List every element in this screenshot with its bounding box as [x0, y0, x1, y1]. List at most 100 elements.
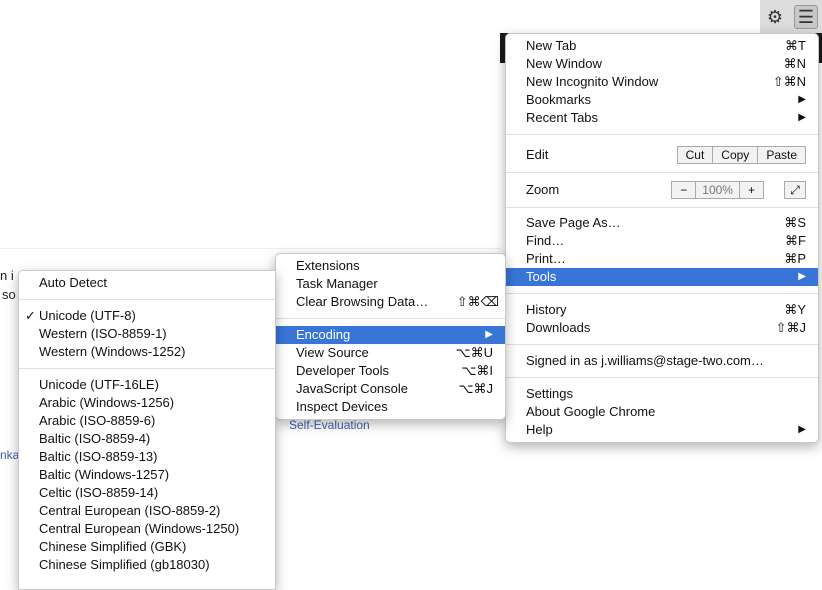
menu-settings[interactable]: Settings [506, 385, 818, 403]
background-text: so [2, 287, 16, 302]
label: Developer Tools [296, 363, 389, 378]
menu-recent-tabs[interactable]: Recent Tabs ▶ [506, 109, 818, 127]
separator [19, 368, 275, 369]
menu-save-page-as[interactable]: Save Page As… ⌘S [506, 214, 818, 232]
submenu-arrow-icon: ▶ [798, 112, 806, 123]
encoding-option[interactable]: Celtic (ISO-8859-14) [19, 484, 275, 502]
shortcut: ⌘N [783, 56, 806, 71]
shortcut: ⌘F [785, 233, 806, 248]
menu-developer-tools[interactable]: Developer Tools ⌥⌘I [276, 362, 505, 380]
copy-button[interactable]: Copy [713, 147, 759, 163]
browser-toolbar: ⚙ ☰ [760, 0, 822, 33]
zoom-level: 100% [696, 182, 740, 198]
menu-downloads[interactable]: Downloads ⇧⌘J [506, 319, 818, 337]
menu-help[interactable]: Help ▶ [506, 421, 818, 439]
label: History [526, 302, 567, 317]
shortcut: ⇧⌘J [775, 320, 806, 335]
background-link[interactable]: nka [0, 448, 19, 462]
encoding-option[interactable]: Western (Windows-1252) [19, 343, 275, 361]
label: Signed in as j.williams@stage-two.com… [526, 353, 764, 368]
encoding-option[interactable]: Central European (ISO-8859-2) [19, 502, 275, 520]
zoom-in-button[interactable]: + [740, 182, 763, 198]
shortcut: ⇧⌘N [772, 74, 806, 89]
label: Extensions [296, 258, 360, 273]
menu-new-window[interactable]: New Window ⌘N [506, 55, 818, 73]
shortcut: ⇧⌘⌫ [456, 294, 499, 309]
zoom-out-button[interactable]: − [672, 182, 697, 198]
encoding-option[interactable]: Arabic (ISO-8859-6) [19, 412, 275, 430]
encoding-option[interactable]: Chinese Simplified (gb18030) [19, 556, 275, 574]
encoding-option[interactable]: Central European (Windows-1250) [19, 520, 275, 538]
encoding-option[interactable]: Baltic (Windows-1257) [19, 466, 275, 484]
checkmark-icon: ✓ [25, 308, 36, 323]
menu-encoding[interactable]: Encoding ▶ [276, 326, 505, 344]
menu-history[interactable]: History ⌘Y [506, 301, 818, 319]
label: Unicode (UTF-8) [39, 308, 136, 323]
shortcut: ⌥⌘I [461, 363, 493, 378]
encoding-option[interactable]: ✓ Unicode (UTF-8) [19, 307, 275, 325]
fullscreen-button[interactable]: ⤢ [784, 181, 806, 199]
label: Western (ISO-8859-1) [39, 326, 167, 341]
label: Central European (ISO-8859-2) [39, 503, 221, 518]
shortcut: ⌘Y [784, 302, 806, 317]
tools-submenu: Extensions Task Manager Clear Browsing D… [275, 253, 506, 420]
encoding-option[interactable]: Baltic (ISO-8859-13) [19, 448, 275, 466]
label: Auto Detect [39, 275, 107, 290]
chrome-main-menu: New Tab ⌘T New Window ⌘N New Incognito Win… [505, 33, 819, 443]
menu-javascript-console[interactable]: JavaScript Console ⌥⌘J [276, 380, 505, 398]
menu-signed-in[interactable]: Signed in as j.williams@stage-two.com… [506, 352, 818, 370]
menu-clear-browsing-data[interactable]: Clear Browsing Data… ⇧⌘⌫ [276, 293, 505, 311]
submenu-arrow-icon: ▶ [798, 94, 806, 105]
label: Task Manager [296, 276, 378, 291]
menu-about[interactable]: About Google Chrome [506, 403, 818, 421]
encoding-option[interactable]: Western (ISO-8859-1) [19, 325, 275, 343]
shortcut: ⌥⌘U [455, 345, 493, 360]
divider [0, 248, 500, 249]
label: Tools [526, 269, 557, 284]
label: Baltic (ISO-8859-13) [39, 449, 158, 464]
separator [19, 299, 275, 300]
label: Save Page As… [526, 215, 621, 230]
menu-inspect-devices[interactable]: Inspect Devices [276, 398, 505, 416]
menu-print[interactable]: Print… ⌘P [506, 250, 818, 268]
label: Settings [526, 386, 573, 401]
encoding-option[interactable]: Unicode (UTF-16LE) [19, 376, 275, 394]
encoding-option[interactable]: Arabic (Windows-1256) [19, 394, 275, 412]
label: Chinese Simplified (GBK) [39, 539, 187, 554]
menu-tools[interactable]: Tools ▶ [506, 268, 818, 286]
menu-edit-row: Edit Cut Copy Paste [506, 142, 818, 168]
paste-button[interactable]: Paste [758, 147, 805, 163]
separator [276, 318, 505, 319]
menu-find[interactable]: Find… ⌘F [506, 232, 818, 250]
encoding-option[interactable]: Chinese Simplified (GBK) [19, 538, 275, 556]
label: New Window [526, 56, 602, 71]
separator [506, 293, 818, 294]
menu-extensions[interactable]: Extensions [276, 257, 505, 275]
label: Encoding [296, 327, 351, 342]
menu-task-manager[interactable]: Task Manager [276, 275, 505, 293]
menu-bookmarks[interactable]: Bookmarks ▶ [506, 91, 818, 109]
label: Arabic (ISO-8859-6) [39, 413, 156, 428]
menu-new-tab[interactable]: New Tab ⌘T [506, 37, 818, 55]
menu-view-source[interactable]: View Source ⌥⌘U [276, 344, 505, 362]
gear-icon[interactable]: ⚙ [763, 5, 787, 29]
label: Find… [526, 233, 565, 248]
menu-zoom-row: Zoom − 100% + ⤢ [506, 177, 818, 203]
menu-new-incognito-window[interactable]: New Incognito Window ⇧⌘N [506, 73, 818, 91]
shortcut: ⌘S [784, 215, 806, 230]
label: New Incognito Window [526, 74, 659, 89]
label: Celtic (ISO-8859-14) [39, 485, 159, 500]
encoding-option[interactable]: Baltic (ISO-8859-4) [19, 430, 275, 448]
menu-auto-detect[interactable]: Auto Detect [19, 274, 275, 292]
fullscreen-icon: ⤢ [790, 183, 800, 197]
separator [506, 134, 818, 135]
submenu-arrow-icon: ▶ [798, 424, 806, 435]
separator [506, 344, 818, 345]
shortcut: ⌥⌘J [458, 381, 493, 396]
label: Downloads [526, 320, 591, 335]
self-evaluation-link[interactable]: Self-Evaluation [289, 418, 370, 432]
encoding-submenu: Auto Detect ✓ Unicode (UTF-8) Western (ISO… [18, 270, 276, 590]
cut-button[interactable]: Cut [678, 147, 714, 163]
hamburger-menu-button[interactable]: ☰ [794, 5, 818, 29]
separator [506, 207, 818, 208]
